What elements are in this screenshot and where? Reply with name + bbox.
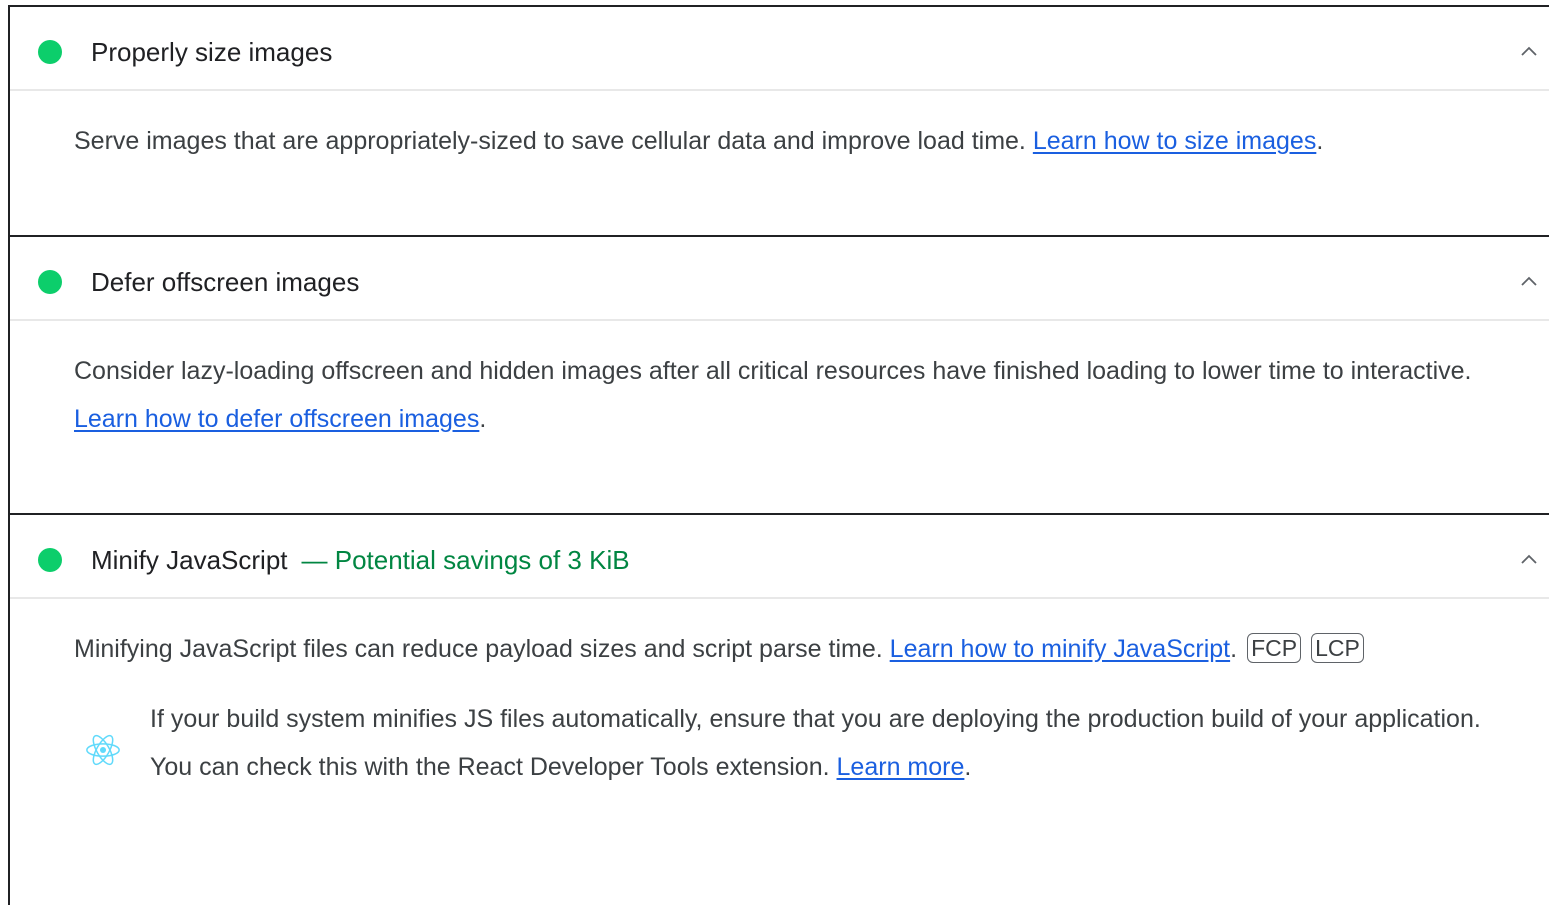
audit-title: Minify JavaScript — Potential savings of …	[91, 544, 630, 576]
audit-minify-javascript: Minify JavaScript — Potential savings of …	[10, 515, 1549, 886]
trailing-period: .	[479, 405, 487, 433]
learn-how-to-size-images-link[interactable]: Learn how to size images	[1033, 127, 1316, 155]
audit-title: Defer offscreen images	[91, 267, 360, 297]
description-text: Minifying JavaScript files can reduce pa…	[74, 635, 883, 663]
chevron-up-icon[interactable]	[1517, 270, 1541, 294]
audit-title: Properly size images	[91, 37, 333, 67]
audit-header[interactable]: Defer offscreen images	[10, 237, 1549, 321]
trailing-period: .	[1230, 635, 1238, 663]
audit-description: Serve images that are appropriately-size…	[10, 91, 1549, 165]
pass-dot-icon	[38, 40, 62, 64]
audit-description: Consider lazy-loading offscreen and hidd…	[10, 321, 1549, 443]
learn-how-to-defer-offscreen-images-link[interactable]: Learn how to defer offscreen images	[74, 405, 479, 433]
chevron-up-icon[interactable]	[1517, 40, 1541, 64]
react-icon	[86, 734, 120, 766]
trailing-period: .	[1316, 127, 1324, 155]
pass-dot-icon	[38, 548, 62, 572]
audit-description: Minifying JavaScript files can reduce pa…	[10, 599, 1549, 791]
audit-defer-offscreen-images: Defer offscreen images Consider lazy-loa…	[10, 237, 1549, 513]
savings-text: — Potential savings of 3 KiB	[301, 545, 630, 575]
description-text: Consider lazy-loading offscreen and hidd…	[74, 357, 1472, 385]
metric-badge-lcp: LCP	[1311, 633, 1364, 663]
stack-note-text: If your build system minifies JS files a…	[150, 705, 1481, 781]
chevron-up-icon[interactable]	[1517, 548, 1541, 572]
metric-badge-fcp: FCP	[1247, 633, 1302, 663]
learn-more-link[interactable]: Learn more	[837, 753, 965, 781]
description-text: Serve images that are appropriately-size…	[74, 127, 1026, 155]
trailing-period: .	[964, 753, 972, 781]
audit-title-text: Minify JavaScript	[91, 545, 288, 575]
pass-dot-icon	[38, 270, 62, 294]
audit-header[interactable]: Properly size images	[10, 7, 1549, 91]
stack-pack-note: If your build system minifies JS files a…	[74, 695, 1509, 791]
audit-header[interactable]: Minify JavaScript — Potential savings of …	[10, 515, 1549, 599]
audit-properly-size-images: Properly size images Serve images that a…	[10, 7, 1549, 235]
learn-how-to-minify-javascript-link[interactable]: Learn how to minify JavaScript	[890, 635, 1230, 663]
